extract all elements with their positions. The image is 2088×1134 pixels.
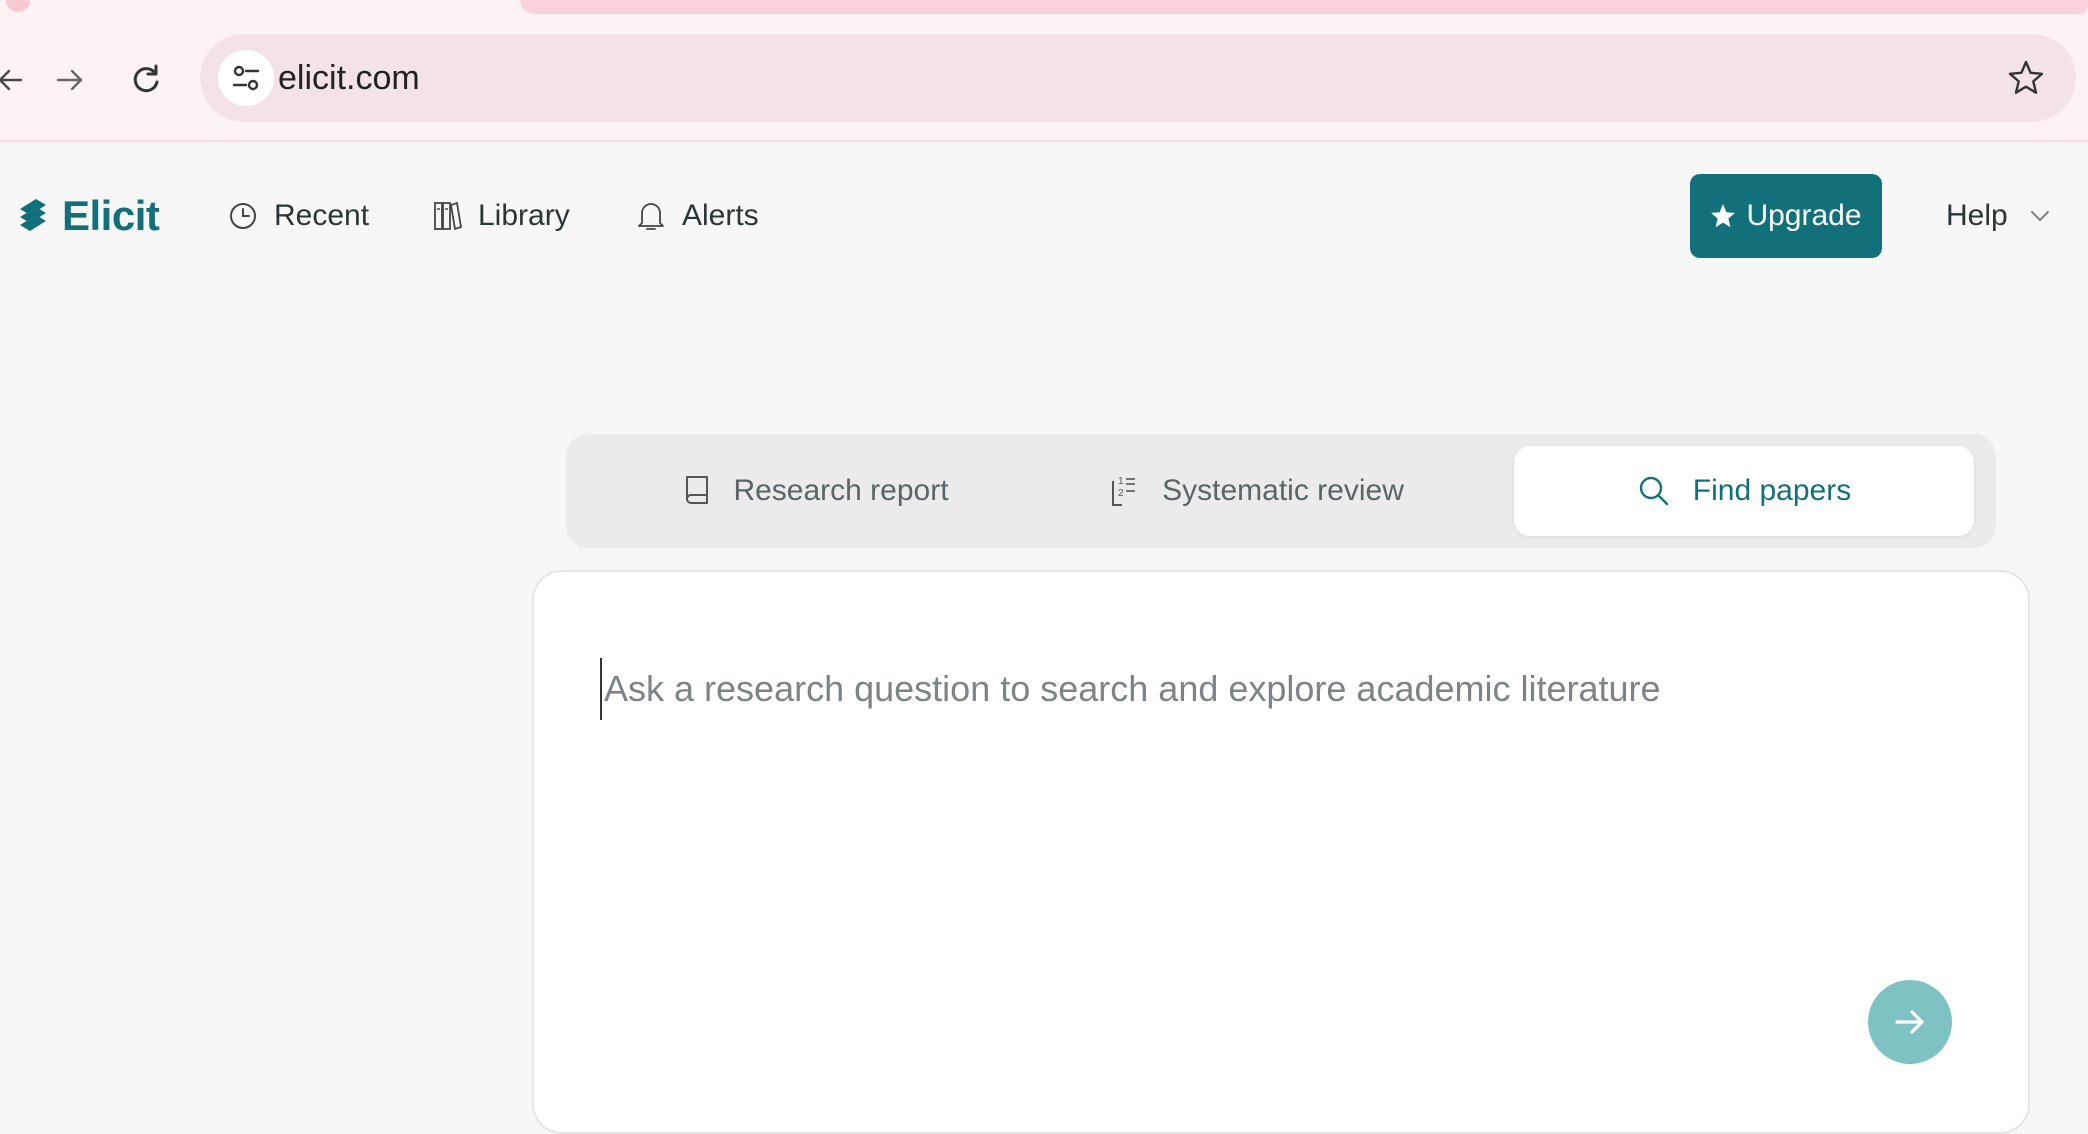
address-bar[interactable]: elicit.com <box>200 34 2076 122</box>
elicit-logo[interactable]: Elicit <box>16 188 160 244</box>
research-question-input[interactable] <box>600 658 1906 720</box>
nav-alerts-label: Alerts <box>682 199 759 232</box>
query-card <box>532 570 2030 1134</box>
tune-icon <box>232 65 260 91</box>
svg-text:1: 1 <box>1118 476 1124 487</box>
numbered-list-icon: 1 2 <box>1112 476 1136 506</box>
clock-icon <box>230 203 256 229</box>
nav-alerts[interactable]: Alerts <box>636 192 759 240</box>
tab-edge <box>6 0 30 12</box>
arrow-left-icon <box>0 69 23 91</box>
star-filled-icon <box>1711 204 1736 228</box>
logo-text: Elicit <box>62 192 160 239</box>
star-outline-icon <box>2008 60 2044 94</box>
forward-button[interactable] <box>42 52 98 108</box>
nav-library-label: Library <box>478 199 570 232</box>
url-text[interactable]: elicit.com <box>278 58 420 98</box>
tab-research-report[interactable]: Research report <box>606 446 1026 536</box>
mode-tabs: Research report 1 2 Systematic review Fi… <box>566 434 1996 548</box>
submit-button[interactable] <box>1868 980 1952 1064</box>
nav-recent[interactable]: Recent <box>228 192 369 240</box>
elicit-logo-icon <box>20 199 46 231</box>
tab-find-papers-label: Find papers <box>1692 474 1852 507</box>
bell-icon <box>638 203 664 230</box>
search-icon <box>1639 476 1668 506</box>
nav-library[interactable]: Library <box>432 192 570 240</box>
chevron-down-icon <box>2030 211 2049 221</box>
reload-icon <box>133 64 159 93</box>
tab-bar-background <box>520 0 2088 14</box>
back-button[interactable] <box>0 52 38 108</box>
tab-find-papers[interactable]: Find papers <box>1514 446 1974 536</box>
tab-systematic-review[interactable]: 1 2 Systematic review <box>1046 446 1466 536</box>
help-label: Help <box>1946 199 2008 232</box>
svg-text:2: 2 <box>1118 488 1124 499</box>
bookmark-button[interactable] <box>2000 52 2052 104</box>
reload-button[interactable] <box>118 52 174 108</box>
upgrade-button[interactable]: Upgrade <box>1690 174 1882 258</box>
help-menu[interactable]: Help <box>1946 192 2050 240</box>
browser-toolbar: elicit.com <box>0 0 2088 142</box>
tab-systematic-review-label: Systematic review <box>1162 474 1404 507</box>
book-icon <box>686 476 709 504</box>
arrow-right-icon <box>56 69 83 91</box>
upgrade-label: Upgrade <box>1746 199 1862 232</box>
site-info-button[interactable] <box>218 50 274 106</box>
arrow-right-icon <box>1895 1010 1924 1034</box>
nav-recent-label: Recent <box>274 199 370 232</box>
books-icon <box>434 201 462 231</box>
tab-strip <box>0 0 2088 18</box>
tab-research-report-label: Research report <box>733 474 949 507</box>
